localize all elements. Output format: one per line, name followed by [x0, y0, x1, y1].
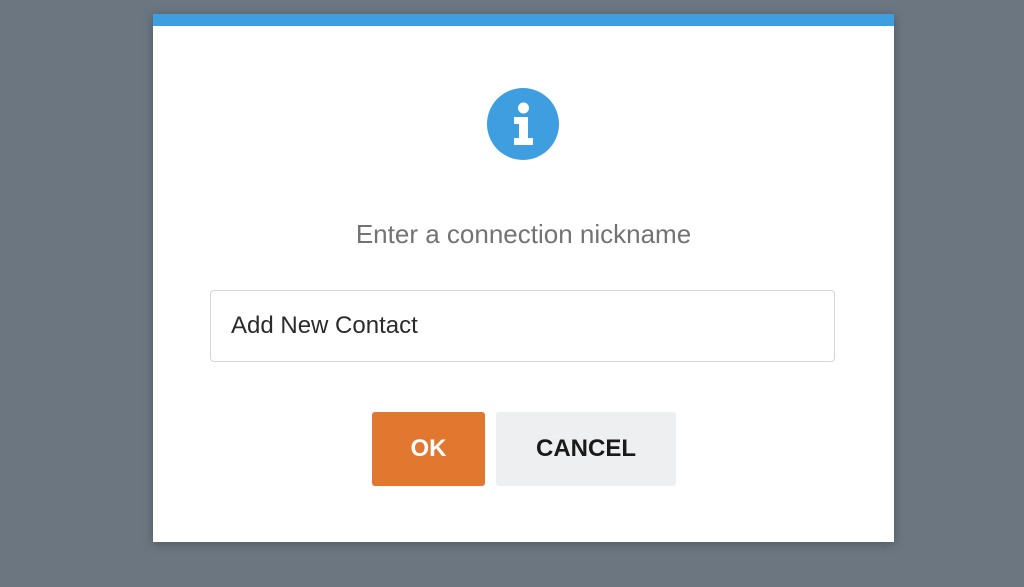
connection-nickname-dialog: Enter a connection nickname OK CANCEL	[153, 14, 894, 542]
info-icon	[487, 88, 559, 160]
cancel-button[interactable]: CANCEL	[496, 412, 676, 486]
ok-button[interactable]: OK	[372, 412, 485, 486]
connection-nickname-input[interactable]	[210, 290, 835, 362]
dialog-message: Enter a connection nickname	[355, 219, 692, 249]
dialog-accent-bar	[153, 14, 894, 26]
